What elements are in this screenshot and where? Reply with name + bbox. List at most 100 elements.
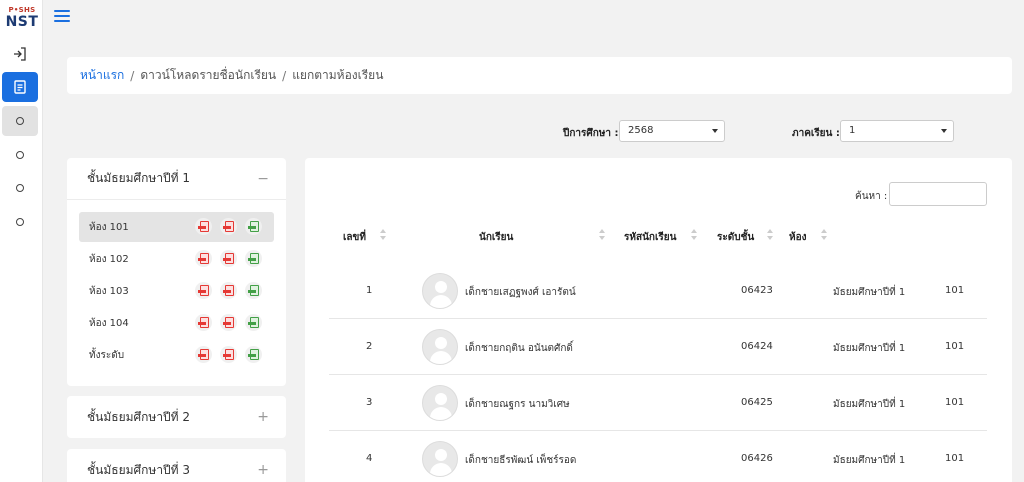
cell-no: 1	[366, 285, 373, 296]
room-label: ห้อง 103	[89, 285, 129, 297]
table-row[interactable]: 4 เด็กชายธีรพัฒน์ เพ็ชร์รอด 06426 มัธยมศ…	[329, 431, 987, 482]
cell-student-id: 06423	[741, 285, 773, 296]
sidebar: P•SHS NST	[0, 0, 43, 482]
pdf-download-icon[interactable]	[195, 250, 212, 267]
room-label: ห้อง 101	[89, 221, 129, 233]
cell-grade: มัธยมศึกษาปีที่ 1	[833, 343, 906, 354]
sidebar-login-button[interactable]	[2, 39, 38, 69]
breadcrumb-separator: /	[130, 68, 135, 83]
circle-icon	[16, 117, 24, 125]
cell-student-name: เด็กชายเสฏฐพงศ์ เอารัตน์	[465, 287, 576, 298]
circle-icon	[16, 184, 24, 192]
room-label: ห้อง 104	[89, 317, 129, 329]
grade-title: ชั้นมัธยมศึกษาปีที่ 1	[87, 171, 191, 185]
room-item-104[interactable]: ห้อง 104	[79, 308, 274, 338]
grade-card-3: ชั้นมัธยมศึกษาปีที่ 3 +	[67, 449, 286, 482]
column-header-student-id[interactable]: รหัสนักเรียน	[624, 230, 676, 245]
circle-icon	[16, 151, 24, 159]
pdf-download-icon[interactable]	[195, 346, 212, 363]
pdf-download-icon[interactable]	[220, 282, 237, 299]
pdf-download-icon[interactable]	[220, 314, 237, 331]
room-item-all[interactable]: ทั้งระดับ	[79, 340, 274, 370]
column-header-no[interactable]: เลขที่	[343, 230, 366, 245]
term-label: ภาคเรียน :	[792, 128, 840, 139]
sort-icon[interactable]	[691, 228, 697, 242]
pdf-download-icon[interactable]	[195, 218, 212, 235]
column-header-student[interactable]: นักเรียน	[479, 230, 513, 245]
login-icon	[14, 47, 26, 61]
avatar	[422, 329, 458, 365]
cell-student-name: เด็กชายธีรพัฒน์ เพ็ชร์รอด	[465, 455, 577, 466]
excel-download-icon[interactable]	[245, 314, 262, 331]
sidebar-subitem-1[interactable]	[2, 106, 38, 136]
excel-download-icon[interactable]	[245, 218, 262, 235]
grade-header-1[interactable]: ชั้นมัธยมศึกษาปีที่ 1 −	[67, 158, 286, 200]
document-icon	[14, 80, 26, 94]
column-header-room[interactable]: ห้อง	[789, 230, 806, 245]
table-row[interactable]: 3 เด็กชายณฐกร นามวิเศษ 06425 มัธยมศึกษาป…	[329, 375, 987, 431]
sidebar-subitem-4[interactable]	[2, 207, 38, 237]
collapse-icon[interactable]: −	[257, 171, 269, 187]
pdf-download-icon[interactable]	[195, 314, 212, 331]
sort-icon[interactable]	[380, 228, 386, 242]
breadcrumb-current: แยกตามห้องเรียน	[292, 68, 384, 82]
app-logo[interactable]: P•SHS NST	[4, 6, 40, 32]
cell-room: 101	[945, 285, 965, 296]
breadcrumb-home-link[interactable]: หน้าแรก	[80, 66, 124, 85]
sidebar-document-button[interactable]	[2, 72, 38, 102]
excel-download-icon[interactable]	[245, 250, 262, 267]
search-label: ค้นหา :	[855, 191, 888, 202]
cell-grade: มัธยมศึกษาปีที่ 1	[833, 287, 906, 298]
cell-no: 3	[366, 397, 373, 408]
column-header-grade[interactable]: ระดับชั้น	[717, 230, 754, 245]
sidebar-subitem-2[interactable]	[2, 140, 38, 170]
cell-no: 4	[366, 453, 373, 464]
grade-title: ชั้นมัธยมศึกษาปีที่ 3	[87, 462, 191, 477]
expand-icon[interactable]: +	[257, 462, 269, 478]
sort-icon[interactable]	[821, 228, 827, 242]
logo-top-text: P•SHS	[8, 6, 36, 14]
cell-grade: มัธยมศึกษาปีที่ 1	[833, 399, 906, 410]
logo-main-text: NST	[5, 14, 39, 30]
chevron-down-icon	[712, 129, 718, 133]
year-select-value: 2568	[628, 125, 654, 136]
sort-icon[interactable]	[599, 228, 605, 242]
room-label: ทั้งระดับ	[89, 349, 125, 361]
menu-toggle-icon[interactable]	[54, 10, 70, 24]
year-select[interactable]: 2568	[619, 120, 725, 142]
term-select[interactable]: 1	[840, 120, 954, 142]
cell-student-id: 06424	[741, 341, 773, 352]
grade-header-3[interactable]: ชั้นมัธยมศึกษาปีที่ 3 +	[67, 449, 286, 482]
pdf-download-icon[interactable]	[220, 218, 237, 235]
cell-no: 2	[366, 341, 373, 352]
breadcrumb: หน้าแรก / ดาวน์โหลดรายชื่อนักเรียน / แยก…	[67, 57, 1012, 94]
cell-student-name: เด็กชายณฐกร นามวิเศษ	[465, 399, 570, 410]
grade-header-2[interactable]: ชั้นมัธยมศึกษาปีที่ 2 +	[67, 396, 286, 438]
year-label: ปีการศึกษา :	[563, 128, 619, 139]
cell-room: 101	[945, 453, 965, 464]
search-input[interactable]	[889, 182, 987, 206]
cell-student-id: 06425	[741, 397, 773, 408]
pdf-download-icon[interactable]	[220, 346, 237, 363]
avatar	[422, 385, 458, 421]
chevron-down-icon	[941, 129, 947, 133]
room-item-101[interactable]: ห้อง 101	[79, 212, 274, 242]
table-row[interactable]: 1 เด็กชายเสฏฐพงศ์ เอารัตน์ 06423 มัธยมศึ…	[329, 263, 987, 319]
pdf-download-icon[interactable]	[195, 282, 212, 299]
grade-card-1: ชั้นมัธยมศึกษาปีที่ 1 − ห้อง 101 ห้อง 10…	[67, 158, 286, 386]
circle-icon	[16, 218, 24, 226]
excel-download-icon[interactable]	[245, 282, 262, 299]
room-item-103[interactable]: ห้อง 103	[79, 276, 274, 306]
avatar	[422, 273, 458, 309]
room-list: ห้อง 101 ห้อง 102 ห้อง 103 ห้อง 104 ทั้ง…	[67, 200, 286, 378]
sidebar-subitem-3[interactable]	[2, 173, 38, 203]
pdf-download-icon[interactable]	[220, 250, 237, 267]
sort-icon[interactable]	[767, 228, 773, 242]
breadcrumb-download-link[interactable]: ดาวน์โหลดรายชื่อนักเรียน	[140, 66, 276, 85]
excel-download-icon[interactable]	[245, 346, 262, 363]
room-item-102[interactable]: ห้อง 102	[79, 244, 274, 274]
cell-room: 101	[945, 341, 965, 352]
table-row[interactable]: 2 เด็กชายกฤติน อนันตศักดิ์ 06424 มัธยมศึ…	[329, 319, 987, 375]
grade-card-2: ชั้นมัธยมศึกษาปีที่ 2 +	[67, 396, 286, 438]
expand-icon[interactable]: +	[257, 409, 269, 425]
